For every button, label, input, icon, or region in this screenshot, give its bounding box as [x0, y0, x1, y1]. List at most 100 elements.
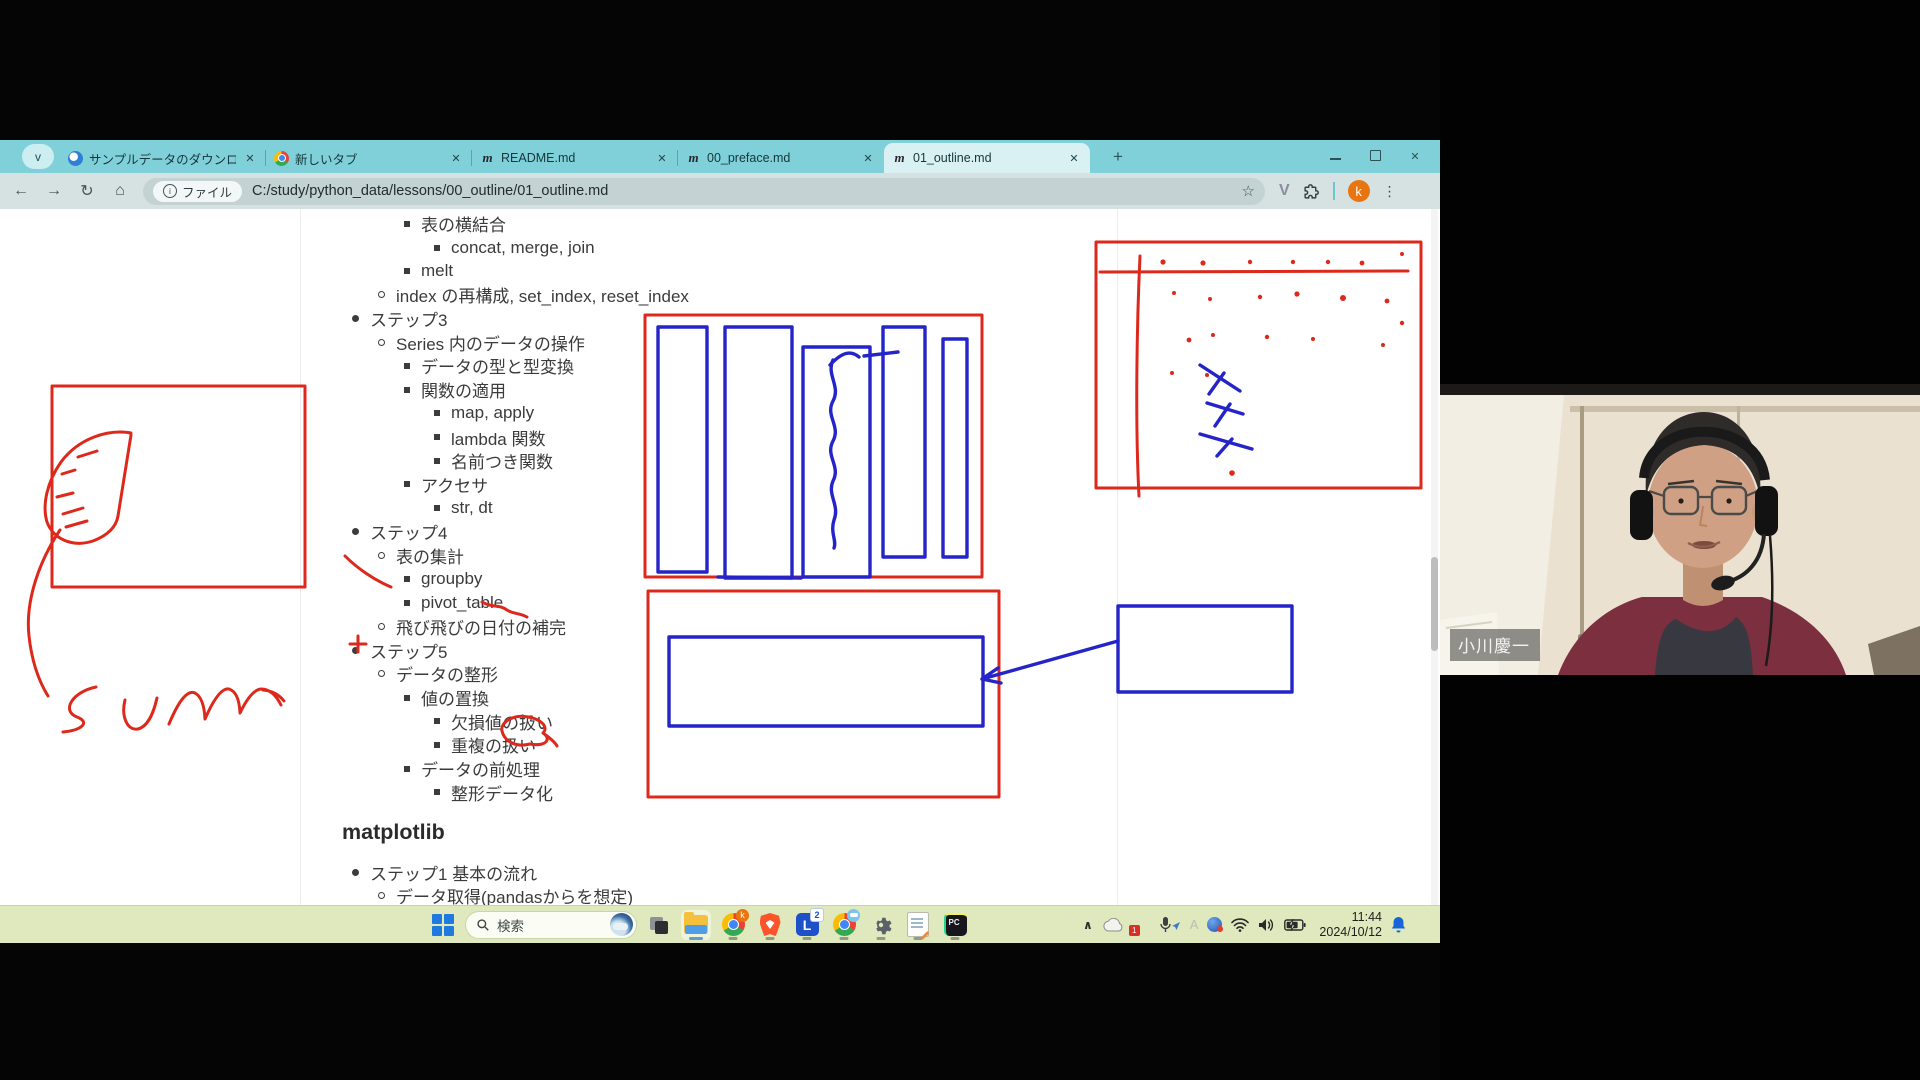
extensions-puzzle-icon[interactable]	[1303, 183, 1320, 200]
onedrive-cloud-icon[interactable]	[1102, 918, 1124, 932]
tab-title: 新しいタブ	[295, 149, 442, 168]
outline-item-text: ステップ1 基本の流れ	[370, 860, 537, 885]
home-button[interactable]: ⌂	[107, 178, 133, 204]
taskbar-clock[interactable]: 11:44 2024/10/12	[1319, 910, 1382, 940]
outline-item: 関数の適用	[0, 378, 1160, 402]
list-bullet-icon	[378, 892, 385, 899]
faint-tray-icon[interactable]: A	[1190, 917, 1199, 932]
file-explorer-button[interactable]	[681, 910, 711, 940]
outline-item: str, dt	[0, 496, 1160, 520]
chrome-profile2-button[interactable]	[829, 910, 859, 940]
outline-item-text: index の再構成, set_index, reset_index	[396, 282, 689, 307]
scrollbar-thumb[interactable]	[1431, 557, 1438, 651]
outline-item: データの整形	[0, 662, 1160, 686]
pycharm-button[interactable]: PC	[940, 910, 970, 940]
markdown-document: 表の横結合concat, merge, joinmeltindex の再構成, …	[0, 212, 1160, 905]
browser-tab[interactable]: 新しいタブ ✕	[266, 143, 472, 173]
markdown-favicon-icon: m	[480, 151, 495, 166]
close-window-button[interactable]: ✕	[1408, 150, 1422, 163]
reload-button[interactable]: ↻	[74, 178, 100, 204]
list-bullet-icon	[434, 718, 440, 724]
info-icon[interactable]	[163, 184, 177, 198]
profile-avatar[interactable]: k	[1348, 180, 1370, 202]
list-bullet-icon	[404, 576, 410, 582]
notification-bell-icon[interactable]	[1391, 916, 1406, 933]
browser-menu-icon[interactable]: ⋮	[1383, 183, 1397, 200]
outline-item: 表の集計	[0, 544, 1160, 568]
outline-item: index の再構成, set_index, reset_index	[0, 283, 1160, 307]
outline-item: ステップ1 基本の流れ	[0, 860, 1160, 884]
outline-item-text: concat, merge, join	[451, 238, 595, 258]
microphone-location-icon[interactable]	[1159, 917, 1181, 933]
window-controls: ✕	[1328, 140, 1422, 173]
weather-widget-icon[interactable]	[610, 913, 633, 936]
tab-close-icon[interactable]: ✕	[860, 150, 876, 166]
outline-item-text: データの前処理	[421, 756, 540, 781]
volume-icon[interactable]	[1258, 918, 1275, 932]
list-bullet-icon	[352, 869, 359, 876]
tray-chevron-icon[interactable]: ∧	[1083, 918, 1093, 932]
chrome-favicon-icon	[274, 151, 289, 166]
tab-title: 01_outline.md	[913, 151, 1060, 165]
webcam-panel: 小川慶一	[1440, 0, 1920, 1080]
webcam-video[interactable]: 小川慶一	[1440, 384, 1920, 675]
extension-v-icon[interactable]: V	[1279, 182, 1290, 200]
tab-close-icon[interactable]: ✕	[242, 150, 258, 166]
cloud-blue-favicon-icon	[68, 151, 83, 166]
app-grid-icon[interactable]: 1	[1133, 916, 1150, 934]
browser-tab[interactable]: mREADME.md✕	[472, 143, 678, 173]
taskbar-search[interactable]: 検索	[465, 911, 637, 939]
outline-item-text: 重複の扱い	[451, 732, 536, 757]
url-text[interactable]: C:/study/python_data/lessons/00_outline/…	[252, 183, 1242, 199]
clock-time: 11:44	[1352, 910, 1382, 924]
chrome-profile-badge: k	[736, 909, 749, 922]
outline-item-text: pivot_table	[421, 593, 503, 613]
bookmark-star-icon[interactable]: ☆	[1242, 182, 1255, 200]
outline-item-text: ステップ5	[370, 638, 447, 663]
settings-button[interactable]	[866, 910, 896, 940]
list-bullet-icon	[404, 766, 410, 772]
task-view-button[interactable]	[644, 910, 674, 940]
browser-tab[interactable]: m 01_outline.md ✕	[884, 143, 1090, 173]
back-button[interactable]: ←	[8, 178, 34, 204]
outline-item: 値の置換	[0, 686, 1160, 710]
markdown-favicon-icon: m	[892, 151, 907, 166]
line-app-button[interactable]: L 2	[792, 910, 822, 940]
browser-tab[interactable]: サンプルデータのダウンロードからPych✕	[60, 143, 266, 173]
outline-item-text: map, apply	[451, 403, 534, 423]
list-bullet-icon	[434, 245, 440, 251]
list-bullet-icon	[352, 528, 359, 535]
tab-close-icon[interactable]: ✕	[448, 150, 464, 166]
start-button[interactable]	[428, 910, 458, 940]
minimize-button[interactable]	[1328, 151, 1342, 163]
brave-button[interactable]	[755, 910, 785, 940]
markdown-heading: matplotlib	[0, 818, 1160, 846]
outline-item-text: データの整形	[396, 661, 498, 686]
outline-item-text: str, dt	[451, 498, 493, 518]
battery-icon[interactable]	[1284, 919, 1306, 931]
list-bullet-icon	[434, 505, 440, 511]
tab-search-button[interactable]: v	[22, 144, 54, 169]
browser-actions: V k ⋮	[1279, 180, 1397, 202]
new-tab-button[interactable]: +	[1105, 145, 1131, 169]
separator	[1333, 182, 1335, 200]
notepad-button[interactable]	[903, 910, 933, 940]
chrome-button[interactable]: k	[718, 910, 748, 940]
wifi-icon[interactable]	[1231, 918, 1249, 932]
list-bullet-icon	[378, 552, 385, 559]
forward-button[interactable]: →	[41, 178, 67, 204]
maximize-button[interactable]	[1368, 150, 1382, 164]
outline-item: ステップ4	[0, 520, 1160, 544]
omnibox[interactable]: ファイル C:/study/python_data/lessons/00_out…	[143, 178, 1265, 205]
outline-item-text: 名前つき関数	[451, 448, 553, 473]
outline-item: map, apply	[0, 402, 1160, 426]
tab-close-icon[interactable]: ✕	[654, 150, 670, 166]
outline-item-text: 関数の適用	[421, 377, 506, 402]
blue-sphere-app-icon[interactable]	[1207, 917, 1222, 932]
list-bullet-icon	[378, 623, 385, 630]
meeting-screen: v サンプルデータのダウンロードからPych✕新しいタブ✕mREADME.md✕…	[0, 0, 1920, 1080]
outline-item-text: 整形データ化	[451, 780, 553, 805]
outline-item-text: 表の集計	[396, 543, 464, 568]
tab-close-icon[interactable]: ✕	[1066, 150, 1082, 166]
browser-tab[interactable]: m00_preface.md✕	[678, 143, 884, 173]
